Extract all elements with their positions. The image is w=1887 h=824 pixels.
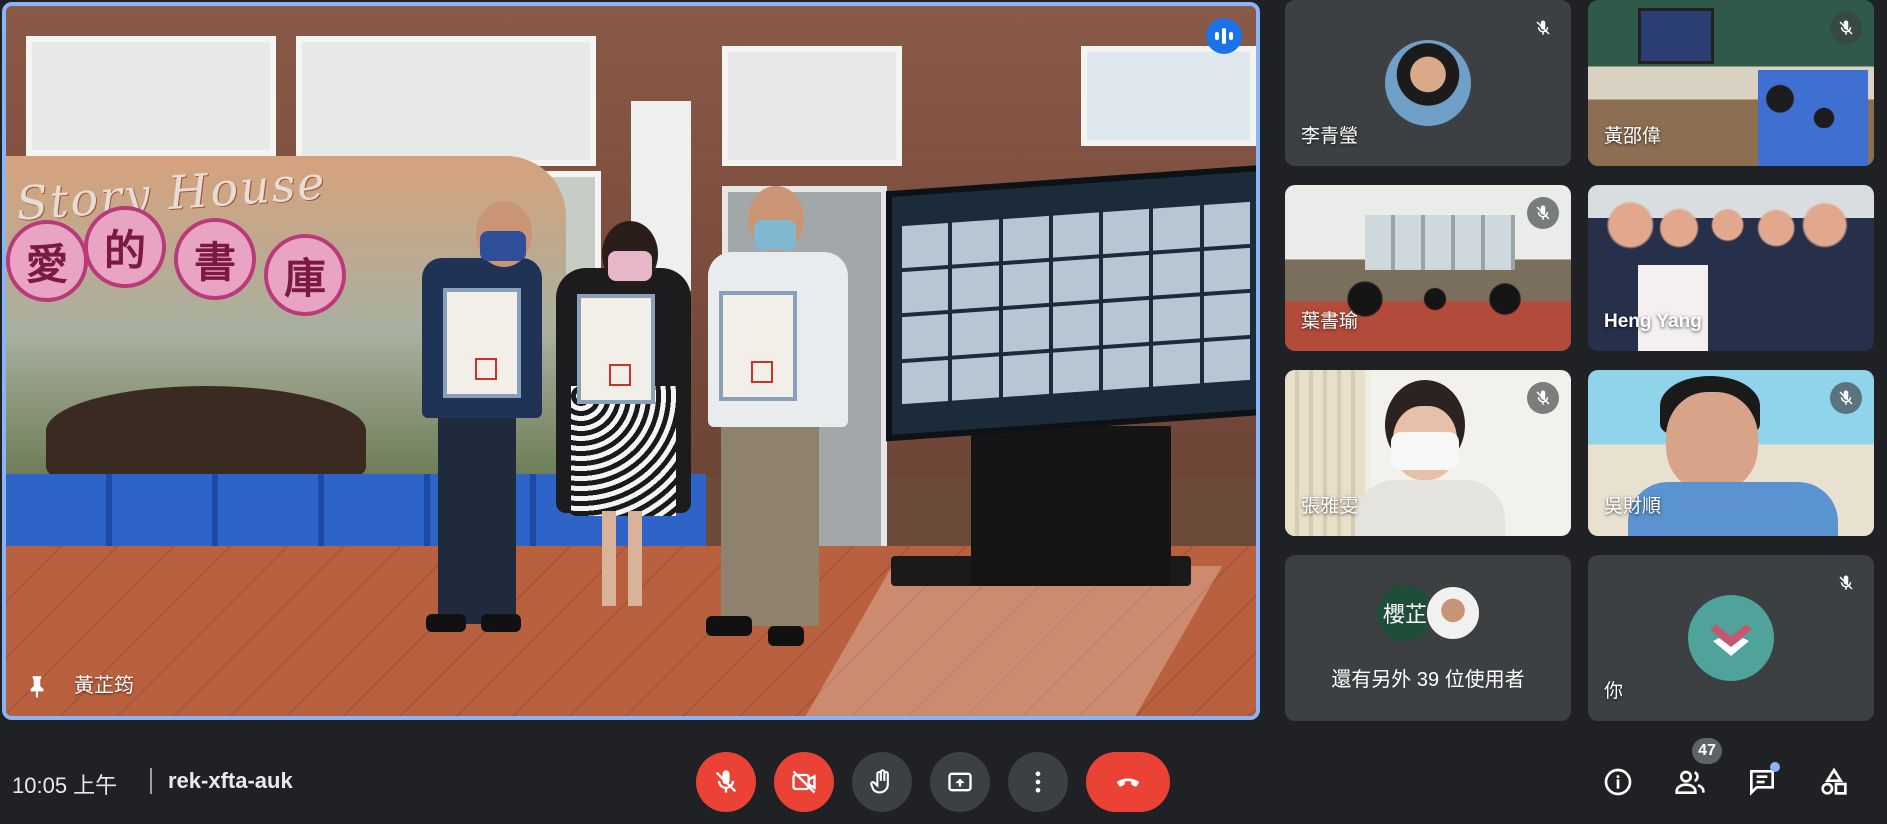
participant-name: 李青瑩 (1301, 126, 1359, 147)
meeting-code: rek-xfta-auk (168, 768, 293, 793)
others-label: 還有另外 39 位使用者 (1331, 669, 1525, 691)
speaking-icon (1206, 18, 1242, 54)
mic-off-icon (1527, 197, 1559, 229)
participant-tile[interactable]: 李青瑩 (1285, 0, 1571, 166)
pin-icon[interactable] (24, 672, 50, 700)
spotlight-video: Story House 愛 的 書 庫 (6, 6, 1256, 716)
participant-name: 吳財順 (1604, 496, 1662, 517)
participant-tile[interactable]: 黃邵偉 (1588, 0, 1874, 166)
mic-off-icon (1830, 567, 1862, 599)
avatar (1425, 585, 1481, 641)
meeting-time: 10:05 上午 (12, 773, 118, 798)
spotlight-name: 黃芷筠 (74, 675, 134, 697)
info-icon (1604, 768, 1632, 796)
hand-icon (870, 769, 889, 794)
participant-tile[interactable]: 葉書瑜 (1285, 185, 1571, 351)
mic-off-icon (1527, 12, 1559, 44)
spotlight-tile[interactable]: Story House 愛 的 書 庫 黃芷筠 (2, 2, 1260, 720)
mural-heart: 庫 (264, 234, 346, 316)
people-icon (1675, 770, 1705, 794)
activities-icon (1821, 767, 1847, 795)
present-button[interactable] (930, 752, 990, 812)
mic-off-icon (1830, 12, 1862, 44)
mural-heart: 的 (84, 206, 166, 288)
participant-name: 張雅雯 (1301, 496, 1359, 517)
leave-call-button[interactable] (1086, 752, 1170, 812)
control-bar: 10:05 上午 rek-xfta-auk 47 (0, 738, 1887, 824)
participant-name: 你 (1604, 681, 1624, 702)
participant-tile[interactable]: 張雅雯 (1285, 370, 1571, 536)
participant-tile[interactable]: Heng Yang (1588, 185, 1874, 351)
meeting-details-button[interactable] (1596, 760, 1640, 804)
camera-toggle-button[interactable] (774, 752, 834, 812)
mic-off-icon (1527, 382, 1559, 414)
more-options-button[interactable] (1008, 752, 1068, 812)
avatar (1385, 40, 1471, 126)
raise-hand-button[interactable] (852, 752, 912, 812)
present-icon (948, 772, 972, 792)
meeting-stage: Story House 愛 的 書 庫 黃芷筠 李青瑩 黃邵偉 葉書瑜 Heng… (0, 0, 1887, 721)
participant-tile[interactable]: 吳財順 (1588, 370, 1874, 536)
self-tile[interactable]: 你 (1588, 555, 1874, 721)
school-logo-icon (1710, 624, 1752, 656)
avatar (1688, 595, 1774, 681)
divider (150, 768, 152, 794)
end-call-icon (1117, 778, 1139, 787)
mic-toggle-button[interactable] (696, 752, 756, 812)
camera-off-icon (792, 770, 816, 794)
activities-button[interactable] (1812, 760, 1856, 804)
participant-name: Heng Yang (1604, 311, 1702, 332)
chat-unread-dot (1770, 762, 1780, 772)
mural-heart: 愛 (6, 220, 88, 302)
mic-off-icon (1830, 382, 1862, 414)
people-button[interactable] (1668, 760, 1712, 804)
more-icon (1035, 771, 1041, 793)
mural-heart: 書 (174, 218, 256, 300)
mic-off-icon (715, 770, 737, 793)
participant-name: 黃邵偉 (1604, 126, 1662, 147)
others-tile[interactable]: 櫻芷 還有另外 39 位使用者 (1285, 555, 1571, 721)
people-count-badge: 47 (1692, 738, 1722, 764)
participant-name: 葉書瑜 (1301, 311, 1359, 332)
